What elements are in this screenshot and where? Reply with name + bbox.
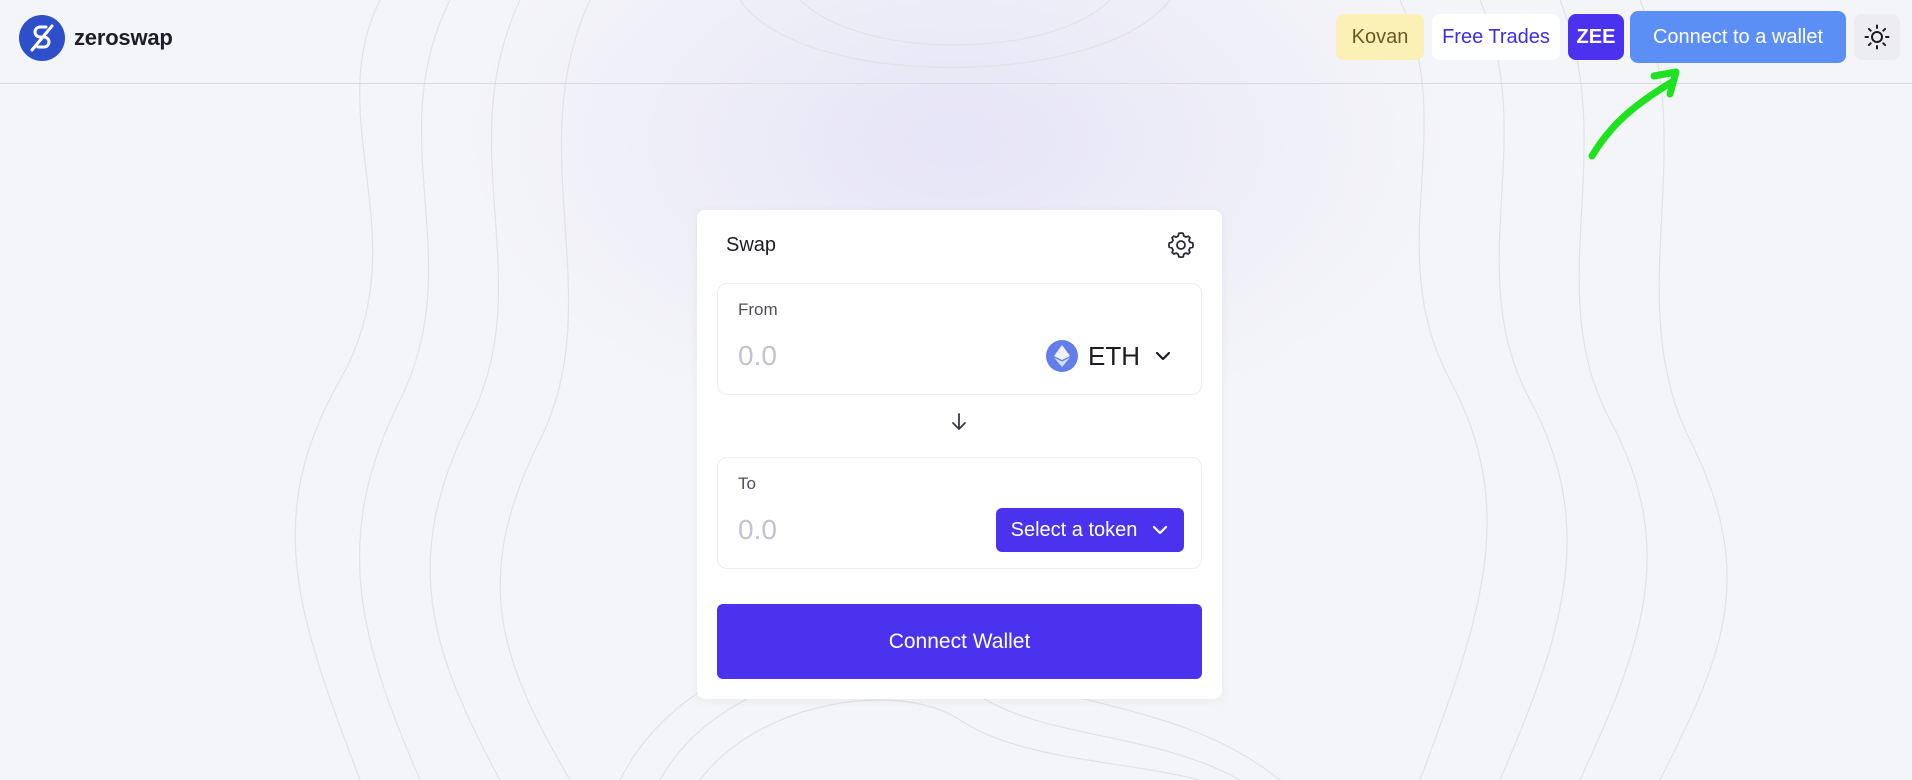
arrow-down-icon[interactable] xyxy=(948,411,970,433)
zee-button[interactable]: ZEE xyxy=(1568,14,1624,60)
from-token-symbol: ETH xyxy=(1088,340,1140,371)
app-logo[interactable]: zeroswap xyxy=(18,14,173,62)
chevron-down-icon xyxy=(1155,351,1171,361)
to-label: To xyxy=(738,474,756,493)
connect-wallet-header-button[interactable]: Connect to a wallet xyxy=(1630,11,1846,63)
theme-toggle-button[interactable] xyxy=(1854,14,1900,60)
select-token-label: Select a token xyxy=(1010,518,1138,541)
from-amount-input[interactable] xyxy=(738,336,998,376)
from-token-selector[interactable]: ETH xyxy=(1046,338,1172,374)
to-panel: To Select a token xyxy=(717,457,1202,569)
zeroswap-logo-icon xyxy=(19,15,65,61)
swap-title: Swap xyxy=(726,234,777,256)
sun-icon xyxy=(1864,24,1890,50)
from-panel: From ETH xyxy=(717,283,1202,395)
ethereum-icon xyxy=(1046,340,1078,372)
select-token-button[interactable]: Select a token xyxy=(996,508,1184,552)
to-amount-input[interactable] xyxy=(738,510,998,550)
gear-icon[interactable] xyxy=(1166,230,1196,260)
free-trades-button[interactable]: Free Trades xyxy=(1432,14,1560,60)
chevron-down-icon xyxy=(1153,525,1168,535)
swap-card: Swap From ETH xyxy=(697,210,1222,699)
network-badge[interactable]: Kovan xyxy=(1336,14,1424,60)
top-header: zeroswap Kovan Free Trades ZEE Connect t… xyxy=(0,0,1912,84)
connect-wallet-button[interactable]: Connect Wallet xyxy=(717,604,1202,679)
app-name: zeroswap xyxy=(74,25,173,50)
from-label: From xyxy=(738,300,778,319)
page: zeroswap Kovan Free Trades ZEE Connect t… xyxy=(0,0,1912,780)
